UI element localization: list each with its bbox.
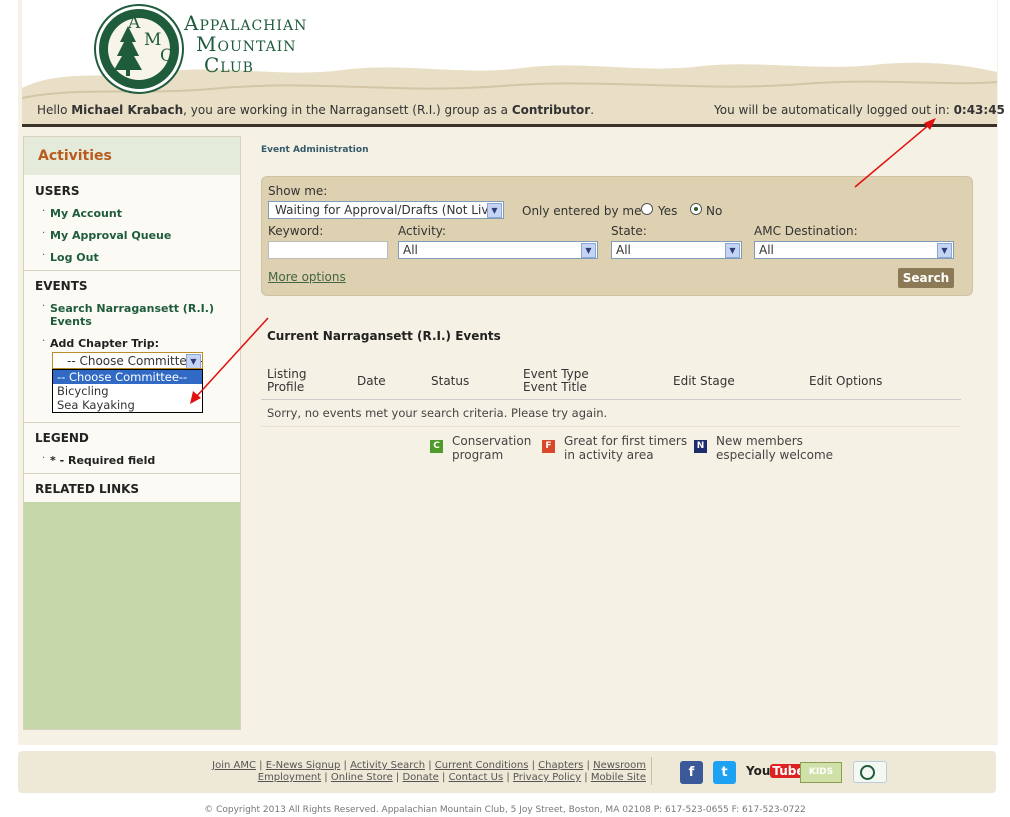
- join-amc-link[interactable]: Join AMC: [212, 760, 256, 771]
- activity-search-link[interactable]: Activity Search: [350, 760, 425, 771]
- contact-us-link[interactable]: Contact Us: [449, 772, 504, 783]
- annotation-arrows: [190, 118, 936, 404]
- annotation-arrow-line: [195, 317, 269, 398]
- chapters-link[interactable]: Chapters: [538, 760, 583, 771]
- newsroom-link[interactable]: Newsroom: [593, 760, 646, 771]
- footer-divider: [651, 757, 652, 785]
- amc-outdoors-icon[interactable]: [853, 761, 887, 783]
- copyright: © Copyright 2013 All Rights Reserved. Ap…: [204, 805, 806, 815]
- enews-signup-link[interactable]: E-News Signup: [266, 760, 341, 771]
- mobile-site-link[interactable]: Mobile Site: [591, 772, 646, 783]
- annotation-arrow-line: [854, 123, 931, 188]
- footer-links: Join AMC | E-News Signup | Activity Sear…: [200, 760, 646, 784]
- youtube-you: You: [746, 764, 771, 778]
- employment-link[interactable]: Employment: [258, 772, 321, 783]
- kids-outdoors-icon[interactable]: KIDS: [800, 762, 842, 783]
- donate-link[interactable]: Donate: [402, 772, 438, 783]
- twitter-icon[interactable]: t: [713, 761, 736, 784]
- current-conditions-link[interactable]: Current Conditions: [435, 760, 529, 771]
- footer-links-row-2: Employment | Online Store | Donate | Con…: [257, 772, 646, 783]
- facebook-icon[interactable]: f: [680, 761, 703, 784]
- footer-links-row-1: Join AMC | E-News Signup | Activity Sear…: [212, 760, 646, 771]
- privacy-policy-link[interactable]: Privacy Policy: [513, 772, 581, 783]
- youtube-icon[interactable]: You Tube: [746, 764, 807, 778]
- online-store-link[interactable]: Online Store: [331, 772, 393, 783]
